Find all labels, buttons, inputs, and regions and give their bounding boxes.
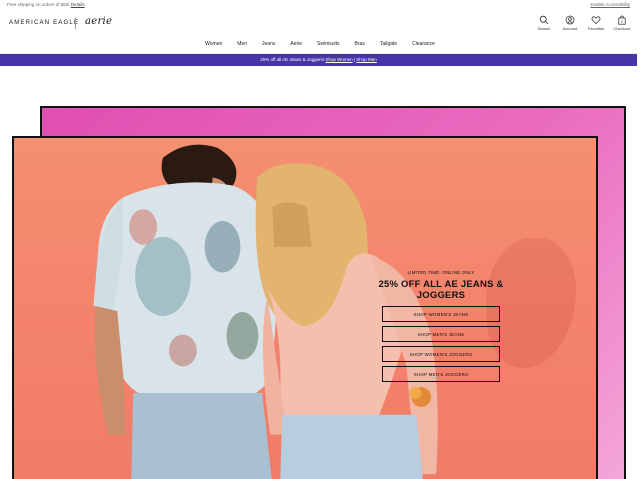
logo-divider (75, 18, 76, 29)
promo-banner-text: 25% off all AE Jeans & Joggers! (260, 57, 325, 62)
shop-womens-joggers-button[interactable]: SHOP WOMEN'S JOGGERS (382, 346, 500, 362)
nav-item-clearance[interactable]: Clearance (412, 41, 435, 47)
favorites-label: Favorites (587, 26, 605, 31)
nav-item-men[interactable]: Men (237, 41, 247, 47)
checkout-label: Checkout (613, 26, 631, 31)
models-illustration (93, 144, 438, 479)
main-nav: Women Men Jeans Aerie Swimsuits Bras Tai… (0, 41, 640, 47)
heart-icon (591, 16, 601, 25)
american-eagle-logo[interactable]: AMERICAN EAGLE (9, 20, 79, 26)
search-label: Search (537, 26, 551, 31)
account-icon (565, 15, 575, 25)
account-label: Account (562, 26, 578, 31)
search-button[interactable]: Search (536, 15, 552, 31)
header-utility-icons: Search Account Favorites 0 Checkout (536, 15, 630, 31)
hero-headline: 25% OFF ALL AE JEANS & JOGGERS (378, 279, 504, 301)
nav-item-women[interactable]: Women (205, 41, 222, 47)
nav-item-jeans[interactable]: Jeans (262, 41, 275, 47)
bag-count: 0 (621, 20, 623, 24)
nav-item-aerie[interactable]: Aerie (290, 41, 302, 47)
banner-shop-women-link[interactable]: Shop Women (325, 57, 352, 62)
nav-item-swimsuits[interactable]: Swimsuits (317, 41, 340, 47)
shop-womens-jeans-button[interactable]: SHOP WOMEN'S JEANS (382, 306, 500, 322)
shipping-details-link[interactable]: Details (71, 2, 85, 7)
site-header: AMERICAN EAGLE aerie Search Account Favo… (0, 10, 640, 54)
checkout-button[interactable]: 0 Checkout (614, 15, 630, 31)
search-icon (539, 15, 549, 25)
shipping-promo-text: Free shipping on orders of $50! (7, 2, 70, 7)
nav-item-bras[interactable]: Bras (355, 41, 365, 47)
promo-banner: 25% off all AE Jeans & Joggers! Shop Wom… (0, 54, 637, 66)
utility-bar: Free shipping on orders of $50! Details … (0, 0, 640, 10)
shipping-promo: Free shipping on orders of $50! Details (7, 2, 85, 7)
hero-eyebrow: LIMITED TIME. ONLINE ONLY (407, 270, 475, 275)
shop-mens-joggers-button[interactable]: SHOP MEN'S JOGGERS (382, 366, 500, 382)
aerie-logo[interactable]: aerie (85, 16, 112, 27)
account-button[interactable]: Account (562, 15, 578, 31)
nav-item-tailgate[interactable]: Tailgate (380, 41, 397, 47)
banner-shop-men-link[interactable]: Shop Men (356, 57, 377, 62)
enable-accessibility-link[interactable]: Enable Accessibility (590, 2, 630, 7)
favorites-button[interactable]: Favorites (588, 15, 604, 31)
hero-image[interactable]: LIMITED TIME. ONLINE ONLY 25% OFF ALL AE… (12, 136, 598, 479)
shopping-bag-icon: 0 (618, 15, 626, 25)
hero-section: LIMITED TIME. ONLINE ONLY 25% OFF ALL AE… (0, 66, 640, 479)
shop-mens-jeans-button[interactable]: SHOP MEN'S JEANS (382, 326, 500, 342)
hero-promo: LIMITED TIME. ONLINE ONLY 25% OFF ALL AE… (376, 270, 506, 382)
